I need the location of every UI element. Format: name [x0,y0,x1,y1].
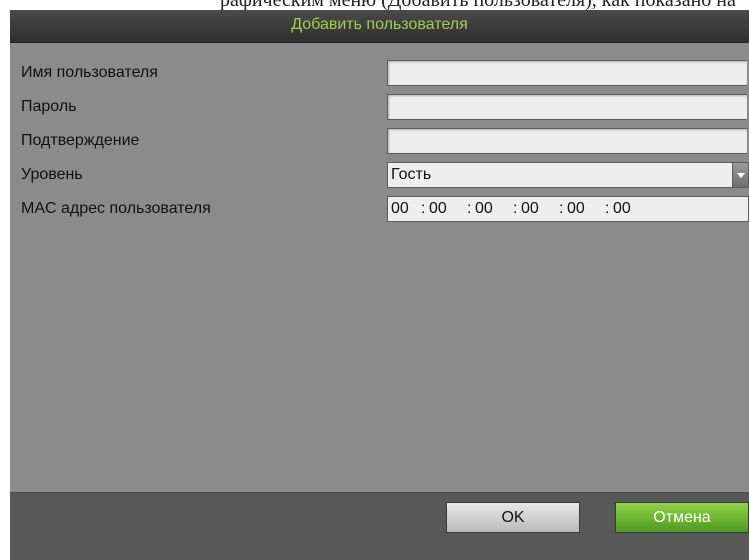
username-label: Имя пользователя [21,64,158,81]
confirm-label: Подтверждение [21,132,140,149]
ok-button[interactable]: OK [446,502,580,533]
add-user-dialog: Добавить пользователя Имя пользователя П… [10,10,749,560]
mac-octet-5[interactable]: 00 [567,200,585,218]
chevron-down-icon[interactable] [732,163,748,187]
confirm-password-input[interactable] [387,128,747,154]
mac-address-input[interactable]: 00 : 00 : 00 : 00 : 00 : 00 [387,196,749,222]
mac-separator: : [467,200,472,217]
password-input[interactable] [387,94,747,120]
level-select-value: Гость [391,166,432,183]
username-input[interactable] [387,60,747,86]
mac-separator: : [559,200,564,217]
mac-separator: : [513,200,518,217]
mac-octet-3[interactable]: 00 [475,200,493,218]
password-label: Пароль [21,98,77,115]
mac-octet-2[interactable]: 00 [429,200,447,218]
password-row: Пароль [10,94,749,124]
mac-octet-1[interactable]: 00 [391,200,409,218]
mac-separator: : [605,200,610,217]
mac-separator: : [421,200,426,217]
dialog-button-bar: OK Отмена [10,492,749,560]
username-row: Имя пользователя [10,60,749,90]
cancel-button[interactable]: Отмена [615,502,749,533]
mac-row: MAC адрес пользователя 00 : 00 : 00 : 00… [10,196,749,226]
mac-octet-4[interactable]: 00 [521,200,539,218]
level-label: Уровень [21,166,83,183]
document-text-fragment: рафическим меню (Добавить пользователя),… [0,0,749,10]
dialog-title: Добавить пользователя [10,10,749,43]
mac-octet-6[interactable]: 00 [613,200,631,218]
level-row: Уровень Гость [10,162,749,192]
mac-label: MAC адрес пользователя [21,200,211,217]
confirm-row: Подтверждение [10,128,749,158]
level-select[interactable]: Гость [387,162,749,188]
